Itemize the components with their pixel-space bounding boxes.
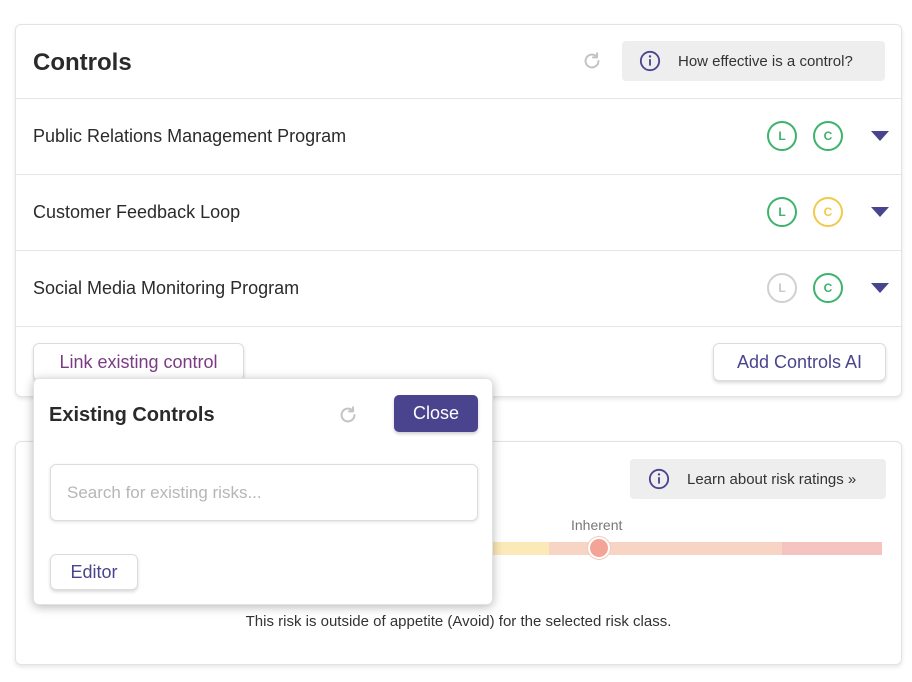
learn-risk-ratings-label: Learn about risk ratings » bbox=[687, 470, 857, 488]
learn-risk-ratings-button[interactable]: Learn about risk ratings » bbox=[630, 459, 886, 499]
control-effectiveness-info-button[interactable]: How effective is a control? bbox=[622, 41, 885, 81]
existing-controls-popover: Existing Controls Close Editor bbox=[33, 378, 493, 605]
info-icon bbox=[648, 468, 670, 490]
control-name: Public Relations Management Program bbox=[33, 126, 347, 146]
info-icon bbox=[639, 50, 661, 72]
search-existing-input[interactable] bbox=[50, 464, 478, 521]
control-name: Social Media Monitoring Program bbox=[33, 278, 300, 298]
add-controls-ai-button[interactable]: Add Controls AI bbox=[713, 343, 886, 381]
risk-scale-segment-moderate bbox=[492, 542, 549, 555]
editor-button[interactable]: Editor bbox=[50, 554, 138, 590]
inherent-label: Inherent bbox=[571, 517, 623, 533]
risk-scale-segment-extreme bbox=[782, 542, 882, 555]
popover-title: Existing Controls bbox=[49, 404, 215, 426]
control-name: Customer Feedback Loop bbox=[33, 202, 241, 222]
chevron-down-icon[interactable] bbox=[871, 283, 889, 293]
control-row[interactable]: Customer Feedback Loop L C bbox=[16, 175, 901, 251]
link-existing-control-button[interactable]: Link existing control bbox=[33, 343, 244, 381]
control-row[interactable]: Public Relations Management Program L C bbox=[16, 99, 901, 175]
refresh-icon[interactable] bbox=[337, 404, 359, 426]
consequence-badge: C bbox=[813, 121, 843, 151]
chevron-down-icon[interactable] bbox=[871, 131, 889, 141]
control-effectiveness-info-label: How effective is a control? bbox=[678, 52, 853, 70]
refresh-icon[interactable] bbox=[581, 50, 603, 72]
appetite-message: This risk is outside of appetite (Avoid)… bbox=[245, 613, 672, 630]
consequence-badge: C bbox=[813, 197, 843, 227]
likelihood-badge: L bbox=[767, 197, 797, 227]
control-row[interactable]: Social Media Monitoring Program L C bbox=[16, 251, 901, 327]
controls-title: Controls bbox=[33, 49, 132, 76]
risk-scale-segment-high bbox=[549, 542, 782, 555]
likelihood-badge: L bbox=[767, 273, 797, 303]
controls-card: Controls How effective is a control? Pub… bbox=[15, 24, 902, 397]
controls-header: Controls How effective is a control? bbox=[16, 25, 901, 99]
likelihood-badge: L bbox=[767, 121, 797, 151]
close-button[interactable]: Close bbox=[394, 395, 478, 432]
consequence-badge: C bbox=[813, 273, 843, 303]
inherent-risk-marker bbox=[588, 537, 610, 559]
chevron-down-icon[interactable] bbox=[871, 207, 889, 217]
